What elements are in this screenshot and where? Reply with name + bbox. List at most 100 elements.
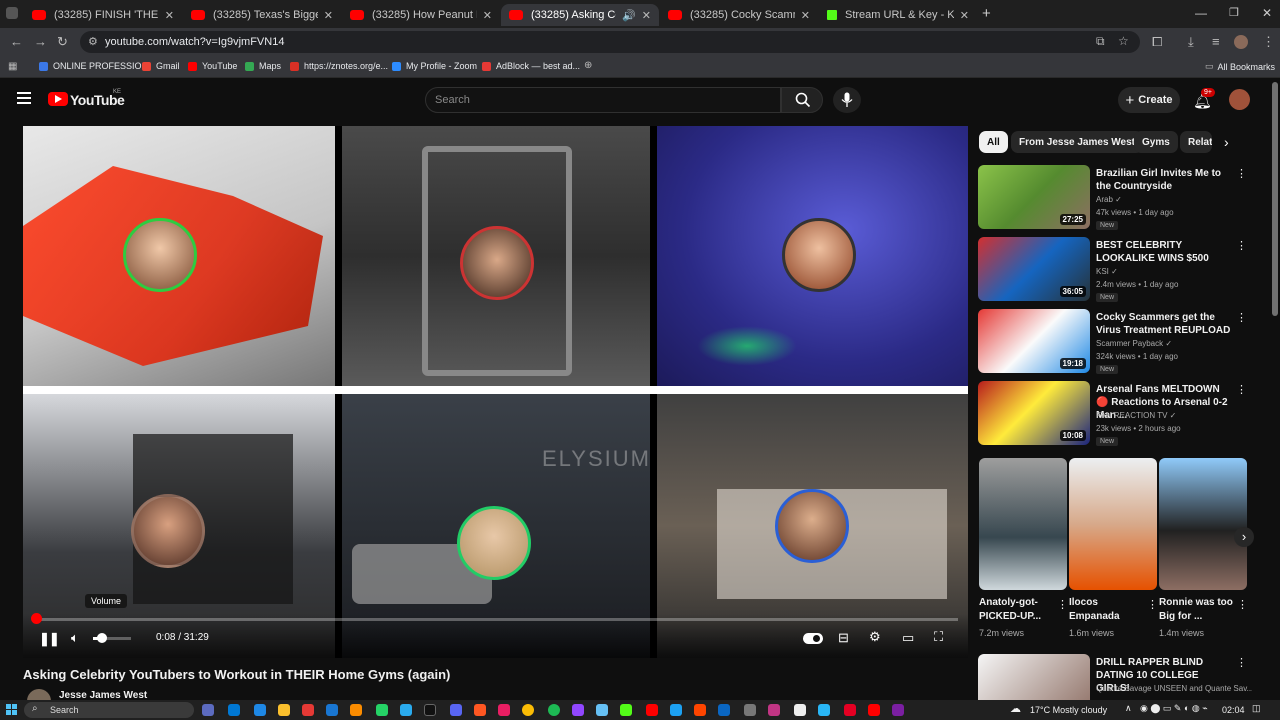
recommendation-item[interactable]: 36:05 BEST CELEBRITY LOOKALIKE WINS $500… xyxy=(978,237,1252,303)
close-icon[interactable]: ✕ xyxy=(801,9,810,22)
instagram-icon[interactable] xyxy=(768,704,780,716)
short-item[interactable]: Ilocos Empanada 1.6m views ⋮ xyxy=(1069,458,1158,644)
extensions-icon[interactable]: ⧠ xyxy=(1152,34,1162,50)
browser-tab-2[interactable]: (33285) Texas's Biggest Pizza S... ✕ xyxy=(183,4,341,26)
pinterest-icon[interactable] xyxy=(844,704,856,716)
app-icon[interactable] xyxy=(744,704,756,716)
page-scrollbar[interactable] xyxy=(1272,82,1278,316)
mute-button[interactable]: 🔈︎ xyxy=(71,630,79,646)
more-options-icon[interactable]: ⋮ xyxy=(1236,383,1247,396)
telegram-icon[interactable] xyxy=(400,704,412,716)
chevron-right-icon[interactable]: › xyxy=(1224,134,1229,150)
browser-tab-4-active[interactable]: (33285) Asking Celebrity Yo... 🔊 ✕ xyxy=(501,4,659,26)
recommendation-item[interactable]: 27:25 Brazilian Girl Invites Me to the C… xyxy=(978,165,1252,231)
tray-chevron-icon[interactable]: ∧ xyxy=(1125,703,1132,714)
media-controls-icon[interactable]: ≡ xyxy=(1212,34,1220,49)
app-icon[interactable] xyxy=(718,704,730,716)
more-options-icon[interactable]: ⋮ xyxy=(1236,167,1247,180)
theater-mode-button[interactable]: ▭ xyxy=(902,630,914,646)
close-icon[interactable]: ✕ xyxy=(960,9,969,22)
youtube-logo-icon[interactable] xyxy=(48,92,68,106)
download-icon[interactable]: ⤓ xyxy=(1188,34,1194,50)
app-icon[interactable] xyxy=(892,704,904,716)
install-app-icon[interactable]: ⧉ xyxy=(1096,34,1105,49)
app-icon[interactable] xyxy=(498,704,510,716)
weather-text[interactable]: 17°C Mostly cloudy xyxy=(1030,705,1107,715)
account-avatar[interactable] xyxy=(1229,89,1250,110)
app-icon[interactable] xyxy=(302,704,314,716)
app-icon[interactable] xyxy=(326,704,338,716)
browser-tab-5[interactable]: (33285) Cocky Scammers get t... ✕ xyxy=(660,4,818,26)
fullscreen-button[interactable]: ⛶ xyxy=(934,629,943,645)
progress-scrubber[interactable] xyxy=(31,613,42,624)
recommendation-item[interactable]: DRILL RAPPER BLIND DATING 10 COLLEGE GIR… xyxy=(978,654,1252,700)
shorts-next-chevron-icon[interactable]: › xyxy=(1234,527,1254,547)
chrome-icon[interactable] xyxy=(522,704,534,716)
app-icon[interactable] xyxy=(818,704,830,716)
more-options-icon[interactable]: ⋮ xyxy=(1236,656,1247,669)
bookmark-gmail[interactable]: Gmail xyxy=(142,61,180,71)
restore-icon[interactable]: ❐ xyxy=(1229,6,1239,19)
short-item[interactable]: Ronnie was too Big for ... 1.4m views ⋮ xyxy=(1159,458,1248,644)
youtube-icon[interactable] xyxy=(646,704,658,716)
task-view-icon[interactable] xyxy=(202,704,214,716)
more-options-icon[interactable]: ⋮ xyxy=(1237,598,1248,611)
pause-button[interactable]: ❚❚ xyxy=(39,631,60,647)
close-icon[interactable]: ✕ xyxy=(165,9,174,22)
browser-icon[interactable] xyxy=(254,704,266,716)
edge-icon[interactable] xyxy=(228,704,240,716)
search-button[interactable] xyxy=(781,87,823,113)
more-options-icon[interactable]: ⋮ xyxy=(1057,598,1068,611)
close-icon[interactable]: ✕ xyxy=(642,9,651,22)
file-explorer-icon[interactable] xyxy=(278,704,290,716)
url-text[interactable]: youtube.com/watch?v=Ig9vjmFVN14 xyxy=(105,36,284,48)
progress-bar[interactable] xyxy=(33,618,958,621)
recommendation-item[interactable]: 10:08 Arsenal Fans MELTDOWN 🔴 Reactions … xyxy=(978,381,1252,447)
reddit-icon[interactable] xyxy=(694,704,706,716)
windows-start-icon[interactable] xyxy=(6,704,18,716)
short-item[interactable]: Anatoly-got-PICKED-UP... 7.2m views ⋮ xyxy=(979,458,1068,644)
clock[interactable]: 02:04 xyxy=(1222,705,1245,715)
chip-all[interactable]: All xyxy=(979,131,1008,153)
volume-knob[interactable] xyxy=(97,633,107,643)
bookmark-maps[interactable]: Maps xyxy=(245,61,281,71)
chip-related[interactable]: Relat xyxy=(1180,131,1212,153)
discord-icon[interactable] xyxy=(450,704,462,716)
browser-tab-1[interactable]: (33285) FINISH 'THE TRAIN WR... ✕ xyxy=(24,4,182,26)
bookmark-youtube[interactable]: YouTube xyxy=(188,61,237,71)
search-input[interactable]: Search xyxy=(425,87,781,113)
notification-center-icon[interactable]: ◫ xyxy=(1252,703,1261,714)
close-icon[interactable]: ✕ xyxy=(483,9,492,22)
hamburger-menu-icon[interactable] xyxy=(17,92,31,104)
steam-icon[interactable] xyxy=(596,704,608,716)
app-icon[interactable] xyxy=(474,704,486,716)
recommendation-item[interactable]: 19:18 Cocky Scammers get the Virus Treat… xyxy=(978,309,1252,375)
reload-icon[interactable]: ↻ xyxy=(57,34,68,50)
bookmark-zoom[interactable]: My Profile - Zoom xyxy=(392,61,477,71)
app-icon[interactable] xyxy=(670,704,682,716)
browser-tab-6[interactable]: Stream URL & Key - Kick Dashb... ✕ xyxy=(819,4,977,26)
chip-gyms[interactable]: Gyms xyxy=(1134,131,1178,153)
window-close-icon[interactable]: ✕ xyxy=(1262,6,1272,20)
tiktok-icon[interactable] xyxy=(424,704,436,716)
site-info-icon[interactable]: ⚙ xyxy=(88,35,98,48)
more-options-icon[interactable]: ⋮ xyxy=(1236,311,1247,324)
whatsapp-icon[interactable] xyxy=(376,704,388,716)
app-icon[interactable] xyxy=(350,704,362,716)
bookmark-star-icon[interactable]: ☆ xyxy=(1118,34,1129,48)
tray-icons[interactable]: ◉ ⬤ ▭ ✎ ◐ ◍ ⌁ xyxy=(1140,703,1208,714)
taskbar-search-box[interactable]: ⌕ Search xyxy=(24,702,194,718)
tab-search-icon[interactable] xyxy=(6,7,18,19)
spotify-icon[interactable] xyxy=(548,704,560,716)
chip-from-channel[interactable]: From Jesse James West xyxy=(1011,131,1143,153)
bookmark-adblock[interactable]: AdBlock — best ad... xyxy=(482,61,580,71)
address-bar[interactable]: ⚙ youtube.com/watch?v=Ig9vjmFVN14 ⧉ ☆ xyxy=(80,31,1140,53)
create-button[interactable]: + Create xyxy=(1118,87,1180,113)
all-bookmarks[interactable]: ▭ All Bookmarks xyxy=(1205,61,1275,72)
more-menu-icon[interactable]: ⋮ xyxy=(1262,34,1275,50)
video-player[interactable]: ELYSIUM Volume ❚❚ 🔈︎ 0:08 / 31:29 ⊟ ⚙ ▭ … xyxy=(23,126,968,658)
kick-icon[interactable] xyxy=(620,704,632,716)
browser-tab-3[interactable]: (33285) How Peanut Became T... ✕ xyxy=(342,4,500,26)
autoplay-toggle[interactable] xyxy=(803,633,823,644)
bookmark-online-professional[interactable]: ONLINE PROFESSIO... xyxy=(39,61,149,71)
